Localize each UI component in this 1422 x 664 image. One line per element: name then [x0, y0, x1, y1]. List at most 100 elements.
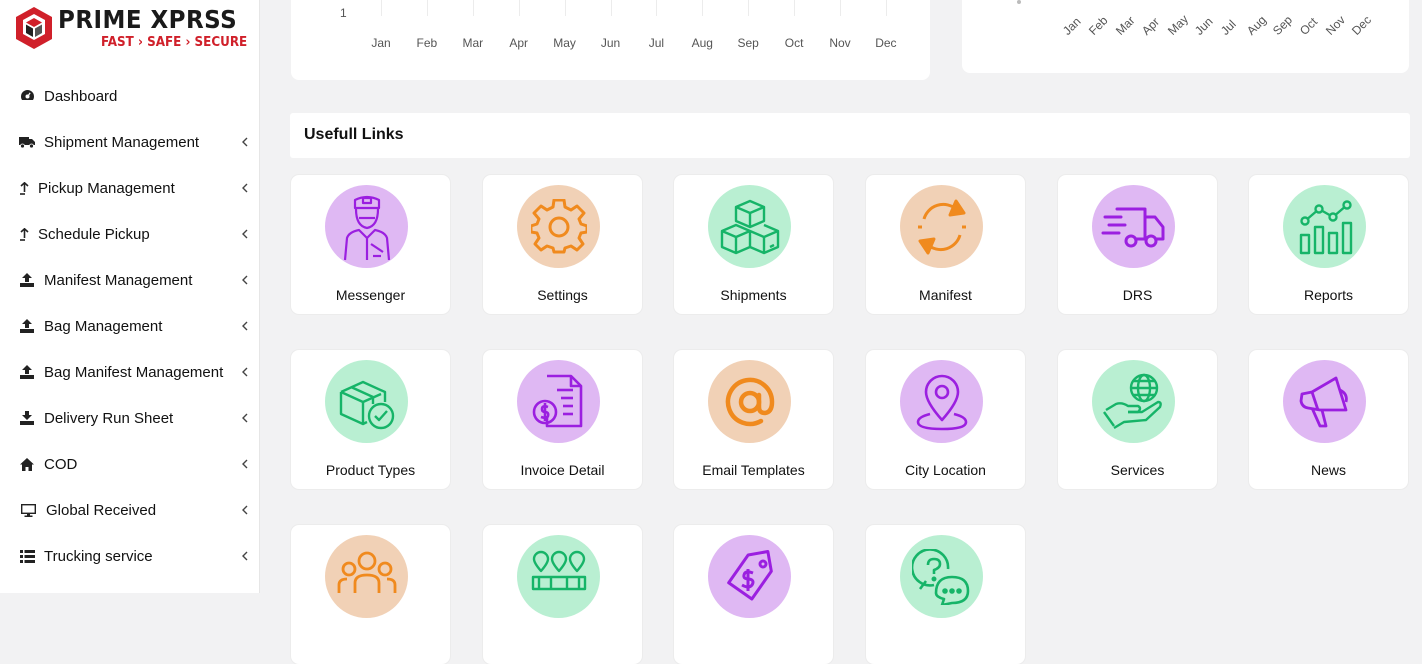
x-tick-label: Apr	[509, 36, 529, 50]
gridline	[564, 0, 566, 16]
x-tick-label: Apr	[1138, 14, 1163, 38]
link-tile-email-templates[interactable]: Email Templates	[674, 350, 833, 489]
gridline	[381, 0, 382, 16]
link-tile-product-types[interactable]: Product Types	[291, 350, 450, 489]
arrow-up-icon	[19, 226, 29, 242]
x-tick-label: Oct	[1296, 14, 1320, 38]
megaphone-icon	[1283, 360, 1366, 443]
sidebar-item-pickup-management[interactable]: Pickup Management	[0, 165, 259, 211]
link-tile-price-tag[interactable]	[674, 525, 833, 664]
link-tile-locations[interactable]	[483, 525, 642, 664]
gridline	[426, 0, 428, 16]
x-tick-label: Aug	[1244, 12, 1270, 38]
tile-label: DRS	[1122, 287, 1153, 303]
chevron-left-icon	[242, 275, 248, 285]
x-tick-label: Jan	[371, 36, 391, 50]
x-tick-label: Dec	[1349, 12, 1375, 38]
sidebar-item-label: COD	[44, 455, 78, 473]
legend-dot	[1017, 0, 1021, 4]
sidebar-item-label: Delivery Run Sheet	[44, 409, 174, 427]
x-tick-label: Sep	[1270, 12, 1296, 38]
gridline	[472, 0, 474, 16]
chat-question-icon	[900, 535, 983, 618]
sidebar-item-manifest-management[interactable]: Manifest Management	[0, 257, 259, 303]
gridline	[885, 0, 887, 16]
sidebar-item-shipment-management[interactable]: Shipment Management	[0, 119, 259, 165]
link-tile-shipments[interactable]: Shipments	[674, 175, 833, 314]
chevron-left-icon	[242, 459, 248, 469]
boxes-icon	[708, 185, 791, 268]
sidebar-item-delivery-run-sheet[interactable]: Delivery Run Sheet	[0, 395, 259, 441]
sidebar-item-bag-management[interactable]: Bag Management	[0, 303, 259, 349]
link-tile-manifest[interactable]: Manifest	[866, 175, 1025, 314]
link-tile-users[interactable]	[291, 525, 450, 664]
sidebar-nav: Dashboard Shipment Management Pickup Man…	[0, 73, 259, 579]
link-tile-reports[interactable]: Reports	[1249, 175, 1408, 314]
tile-label: Manifest	[919, 287, 972, 303]
gridline	[748, 0, 750, 16]
x-tick-label: Sep	[737, 36, 759, 50]
useful-links-title: Usefull Links	[304, 126, 404, 143]
sidebar-item-label: Schedule Pickup	[38, 225, 150, 243]
sidebar-item-label: Manifest Management	[44, 271, 193, 289]
x-tick-label: Feb	[1086, 13, 1111, 38]
gridline	[840, 0, 841, 16]
sidebar-item-dashboard[interactable]: Dashboard	[0, 73, 259, 119]
sidebar-item-label: Trucking service	[44, 547, 153, 565]
x-tick-label: Dec	[875, 36, 897, 50]
at-icon	[708, 360, 791, 443]
tile-label: City Location	[905, 462, 986, 478]
x-tick-label: Mar	[1112, 13, 1138, 38]
sidebar-item-schedule-pickup[interactable]: Schedule Pickup	[0, 211, 259, 257]
tile-label: Services	[1110, 462, 1165, 478]
x-tick-label: May	[1165, 11, 1192, 38]
gear-icon	[517, 185, 600, 268]
chevron-left-icon	[242, 551, 248, 561]
gridline	[610, 0, 612, 16]
monthly-chart-card: 1 Jan Feb Mar Apr May Jun Jul Aug Sep Oct Nov Dec	[291, 0, 930, 80]
map-pin-icon	[900, 360, 983, 443]
chevron-left-icon	[242, 505, 248, 515]
home-icon	[19, 456, 35, 472]
sidebar-item-global-received[interactable]: Global Received	[0, 487, 259, 533]
chevron-left-icon	[242, 413, 248, 423]
brand-name: PRIME XPRSS	[58, 5, 238, 34]
tile-label: Messenger	[335, 287, 406, 303]
x-tick-label: Nov	[829, 36, 851, 50]
y-tick-label: 1	[340, 6, 347, 20]
gridline	[518, 0, 520, 16]
logo-cube-icon	[16, 7, 52, 49]
upload-icon	[19, 318, 35, 334]
sidebar-item-label: Global Received	[46, 501, 157, 519]
brand-tagline: FAST › SAFE › SECURE	[101, 35, 248, 50]
link-tile-drs[interactable]: DRS	[1058, 175, 1217, 314]
x-tick-label: Mar	[462, 36, 484, 50]
sidebar-item-trucking-service[interactable]: Trucking service	[0, 533, 259, 579]
price-tag-icon	[708, 535, 791, 618]
link-tile-invoice-detail[interactable]: Invoice Detail	[483, 350, 642, 489]
link-tile-faq[interactable]	[866, 525, 1025, 664]
link-tile-city-location[interactable]: City Location	[866, 350, 1025, 489]
x-tick-label: Jan	[1060, 14, 1084, 38]
sidebar-item-label: Bag Management	[44, 317, 163, 335]
chevron-left-icon	[242, 367, 248, 377]
tile-label: Shipments	[720, 287, 787, 303]
tile-label: Product Types	[325, 462, 416, 478]
chevron-left-icon	[242, 229, 248, 239]
x-tick-label: Jul	[1217, 17, 1239, 38]
link-tile-messenger[interactable]: Messenger	[291, 175, 450, 314]
x-tick-label: May	[553, 36, 576, 50]
link-tile-services[interactable]: Services	[1058, 350, 1217, 489]
sidebar-item-cod[interactable]: COD	[0, 441, 259, 487]
x-tick-label: Jul	[648, 36, 665, 50]
link-tile-settings[interactable]: Settings	[483, 175, 642, 314]
users-icon	[325, 535, 408, 618]
gridline	[702, 0, 704, 16]
messenger-icon	[325, 185, 408, 268]
download-icon	[19, 410, 35, 426]
brand-logo[interactable]: PRIME XPRSS FAST › SAFE › SECURE	[14, 5, 254, 55]
sidebar-item-bag-manifest-management[interactable]: Bag Manifest Management	[0, 349, 259, 395]
link-tile-news[interactable]: News	[1249, 350, 1408, 489]
monthly-chart-card-2: Jan Feb Mar Apr May Jun Jul Aug Sep Oct Nov Dec	[962, 0, 1409, 73]
list-icon	[19, 548, 35, 564]
